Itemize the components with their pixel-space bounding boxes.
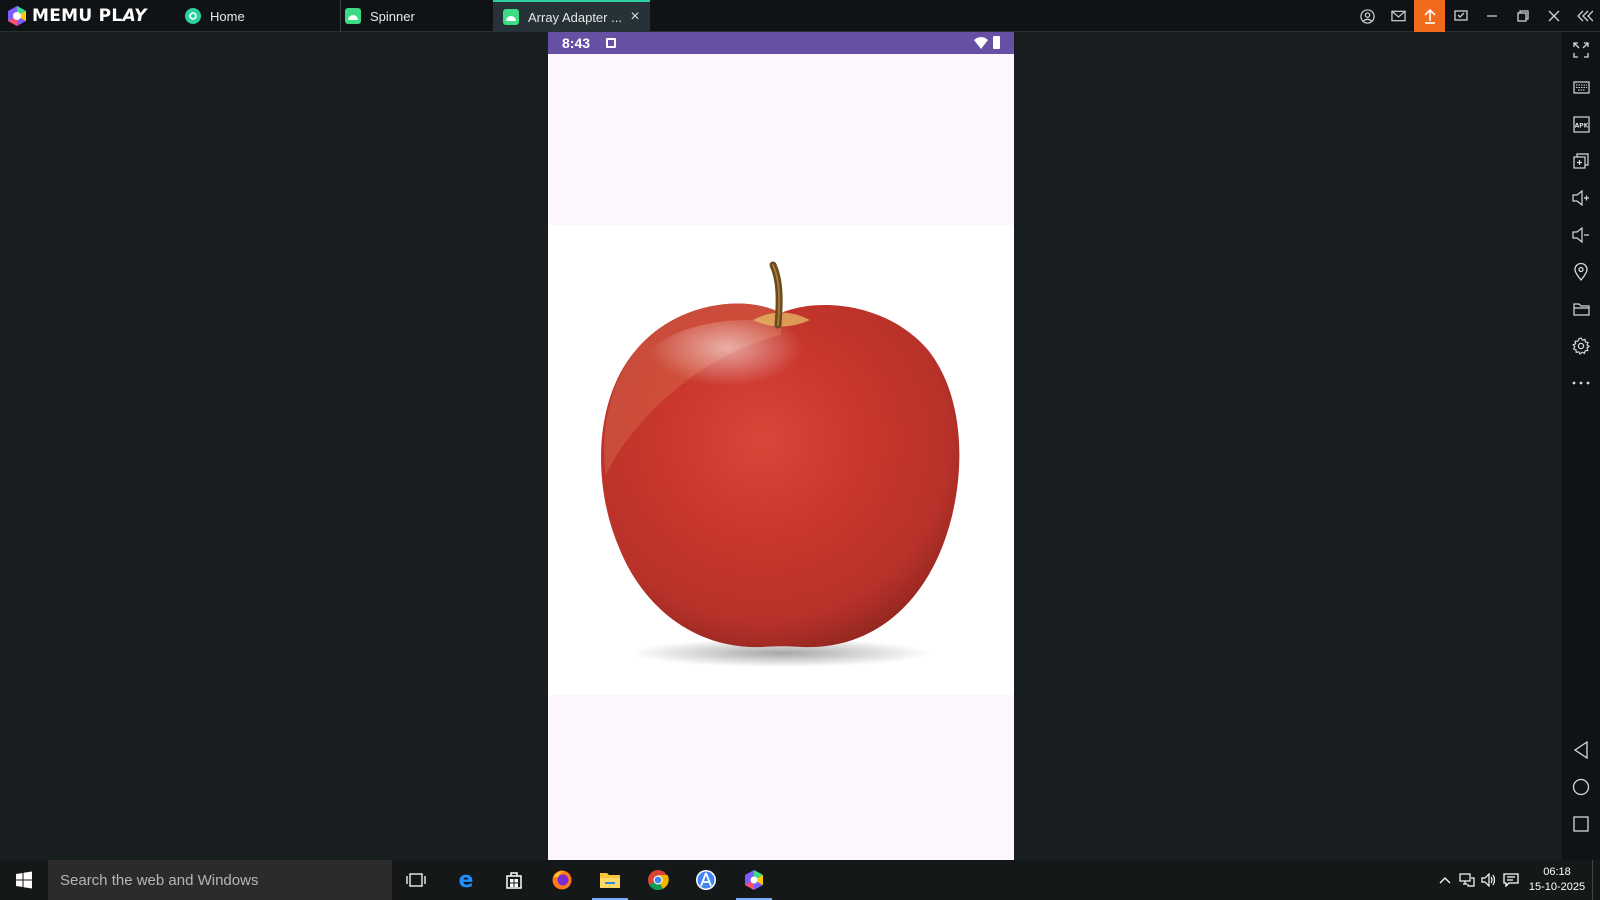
tab-array-adapter[interactable]: Array Adapter ... × xyxy=(493,0,650,32)
tab-label: Spinner xyxy=(370,8,415,24)
android-studio-icon[interactable] xyxy=(682,860,730,900)
folder-icon[interactable] xyxy=(1562,292,1600,326)
tab-label: Home xyxy=(210,8,245,24)
apk-icon[interactable]: APK xyxy=(1562,107,1600,141)
recents-icon[interactable] xyxy=(1562,807,1600,841)
memu-logo-icon xyxy=(8,6,26,26)
search-placeholder: Search the web and Windows xyxy=(60,871,259,889)
memu-home-icon xyxy=(185,8,201,24)
volume-down-icon[interactable] xyxy=(1562,218,1600,252)
emulator-titlebar: MEMU PLAY Home Spinner Array Adapter ...… xyxy=(0,0,1600,32)
fullscreen-icon[interactable] xyxy=(1562,33,1600,67)
more-icon[interactable] xyxy=(1562,366,1600,400)
minimize-icon[interactable] xyxy=(1476,0,1507,32)
chevron-up-icon[interactable] xyxy=(1434,860,1456,900)
fruit-image-view xyxy=(548,225,1014,695)
restore-icon[interactable] xyxy=(1507,0,1538,32)
network-icon[interactable] xyxy=(1456,860,1478,900)
multi-window-icon[interactable] xyxy=(1445,0,1476,32)
taskbar-search-box[interactable]: Search the web and Windows xyxy=(48,860,392,900)
brand-name: MEMU PLAY xyxy=(32,6,147,26)
home-icon[interactable] xyxy=(1562,770,1600,804)
notification-icon xyxy=(606,38,616,48)
location-icon[interactable] xyxy=(1562,255,1600,289)
system-tray: 06:18 15-10-2025 xyxy=(1434,860,1600,900)
taskbar-clock[interactable]: 06:18 15-10-2025 xyxy=(1522,865,1592,895)
tab-close-icon[interactable]: × xyxy=(628,9,642,25)
android-screen[interactable]: 8:43 xyxy=(548,32,1014,860)
firefox-icon[interactable] xyxy=(538,860,586,900)
back-icon[interactable] xyxy=(1562,733,1600,767)
memu-icon[interactable] xyxy=(730,860,778,900)
svg-text:APK: APK xyxy=(1574,122,1588,129)
keyboard-icon[interactable] xyxy=(1562,70,1600,104)
volume-up-icon[interactable] xyxy=(1562,181,1600,215)
windows-taskbar: Search the web and Windows e 06:18 15-10… xyxy=(0,860,1600,900)
android-app-icon xyxy=(503,9,519,25)
close-icon[interactable] xyxy=(1538,0,1569,32)
clock-date: 15-10-2025 xyxy=(1528,881,1586,893)
edge-icon[interactable]: e xyxy=(442,860,490,900)
emulator-sidebar: APK xyxy=(1562,32,1600,860)
android-status-bar: 8:43 xyxy=(548,32,1014,54)
mail-icon[interactable] xyxy=(1383,0,1414,32)
memu-play-logo: MEMU PLAY xyxy=(6,5,147,27)
store-icon[interactable] xyxy=(490,860,538,900)
android-app-icon xyxy=(345,8,361,24)
speaker-icon[interactable] xyxy=(1478,860,1500,900)
battery-icon xyxy=(993,36,1000,49)
windows-start-icon[interactable] xyxy=(0,860,48,900)
tab-spinner[interactable]: Spinner xyxy=(340,0,490,32)
status-time: 8:43 xyxy=(562,35,591,51)
apple-image xyxy=(601,261,960,667)
svg-text:e: e xyxy=(459,869,474,891)
file-explorer-icon[interactable] xyxy=(586,860,634,900)
show-desktop-button[interactable] xyxy=(1592,860,1600,900)
upload-icon[interactable] xyxy=(1414,0,1445,32)
account-icon[interactable] xyxy=(1352,0,1383,32)
collapse-sidebar-icon[interactable] xyxy=(1569,0,1600,32)
task-view-icon[interactable] xyxy=(392,860,440,900)
tab-home[interactable]: Home xyxy=(185,0,333,32)
settings-icon[interactable] xyxy=(1562,329,1600,363)
clock-time: 06:18 xyxy=(1543,866,1571,878)
notifications-icon[interactable] xyxy=(1500,860,1522,900)
add-window-icon[interactable] xyxy=(1562,144,1600,178)
chrome-icon[interactable] xyxy=(634,860,682,900)
tab-label: Array Adapter ... xyxy=(528,9,622,25)
wifi-icon xyxy=(974,37,988,49)
